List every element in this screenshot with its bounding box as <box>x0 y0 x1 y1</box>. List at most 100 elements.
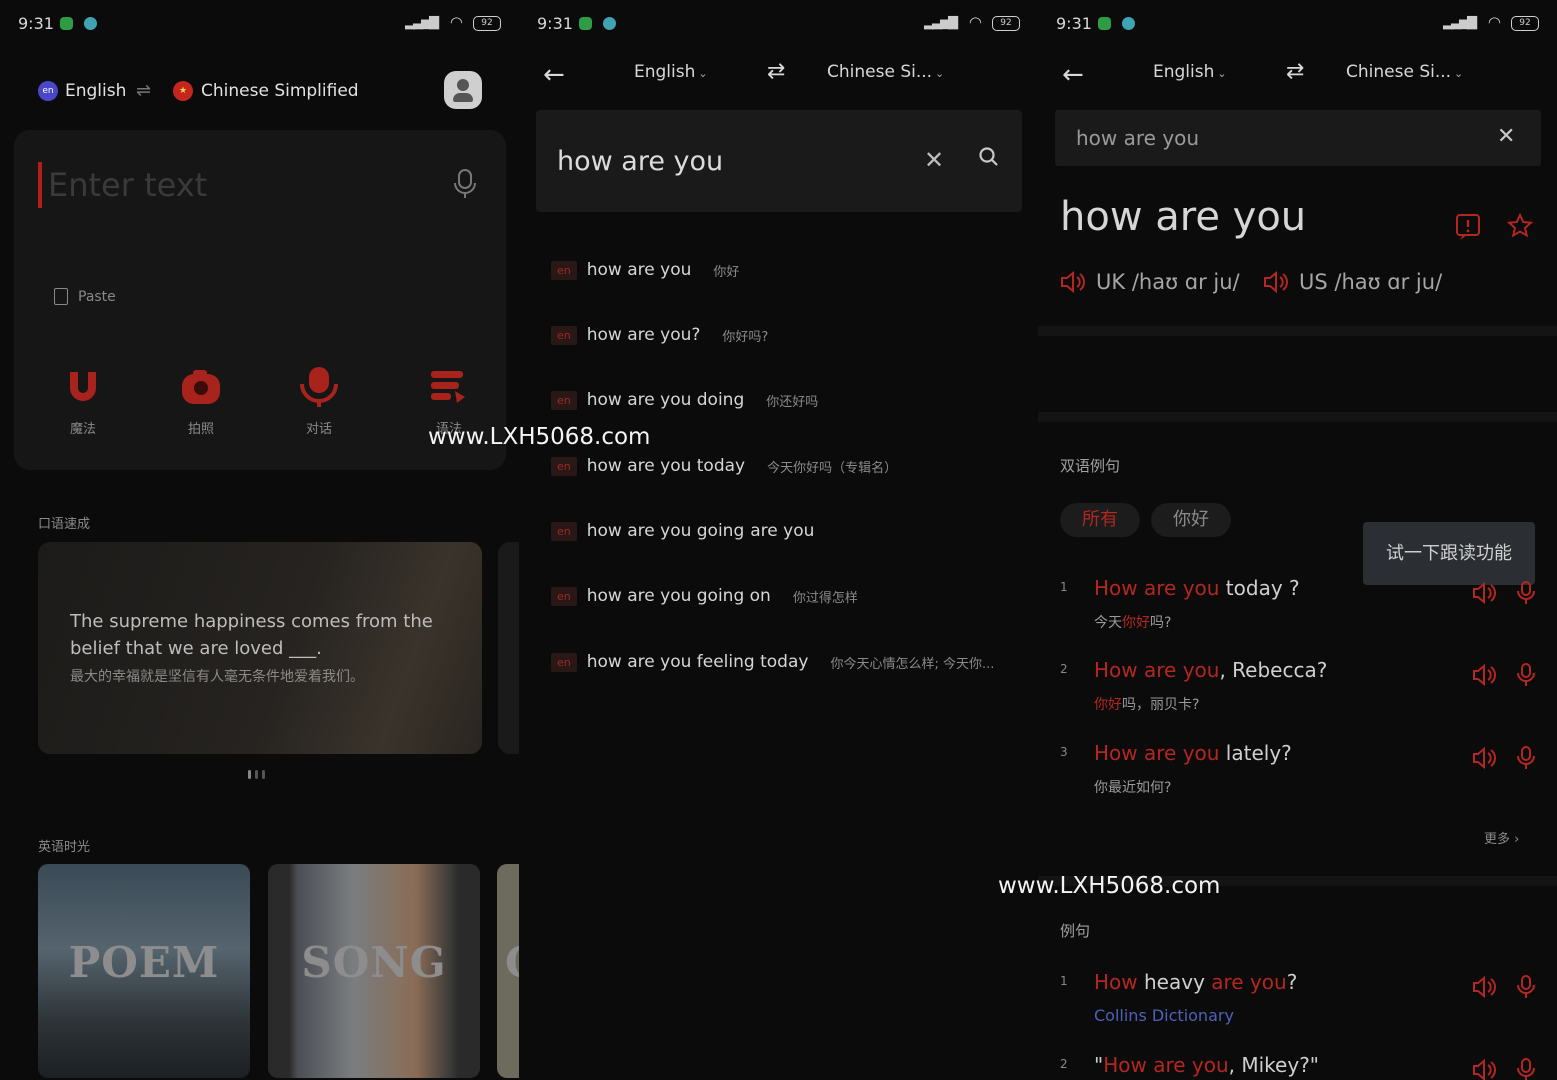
microphone-icon[interactable] <box>452 168 478 200</box>
speaker-icon[interactable] <box>1472 1059 1496 1080</box>
paste-label: Paste <box>78 288 116 305</box>
section-divider <box>1038 412 1557 422</box>
tool-conversation-button[interactable]: 对话 <box>279 366 359 437</box>
target-language-label: Chinese Simplified <box>201 81 359 101</box>
microphone-icon[interactable] <box>1516 974 1536 1000</box>
suggestion-english: how are you feeling today <box>586 652 809 672</box>
grammar-icon <box>431 371 465 403</box>
more-label: 更多 <box>1484 832 1511 847</box>
next-quote-card[interactable] <box>498 542 519 754</box>
suggestion-item[interactable]: en how are you feeling today 你今天心情怎么样; 今… <box>551 648 1021 676</box>
wifi-icon: ◠ <box>449 13 463 31</box>
speaker-icon[interactable] <box>1472 582 1496 604</box>
text-input[interactable]: Enter text <box>48 166 207 204</box>
status-bar: 9:31 ▂▃▅▇ ◠ 92 <box>519 0 1038 48</box>
source-language-selector[interactable]: en English <box>38 78 126 104</box>
chip-hello[interactable]: 你好 <box>1151 503 1231 537</box>
chevron-down-icon: ⌄ <box>1217 67 1227 80</box>
speaker-icon[interactable] <box>1472 747 1496 769</box>
suggestion-english: how are you today <box>586 456 746 476</box>
language-tag: en <box>551 521 577 541</box>
english-flag-icon: en <box>38 81 58 101</box>
language-tag: en <box>551 260 577 280</box>
us-ipa: /haʊ ɑr ju/ <box>1334 270 1443 294</box>
source-language-dropdown[interactable]: English ⌄ <box>634 62 708 82</box>
language-tag: en <box>551 586 577 606</box>
tool-camera-button[interactable]: 拍照 <box>161 366 241 437</box>
poem-card-title: POEM <box>68 938 220 987</box>
star-icon[interactable] <box>1506 212 1534 238</box>
search-icon[interactable] <box>978 146 1000 168</box>
watermark: www.LXH5068.com <box>428 424 651 450</box>
user-avatar[interactable] <box>444 71 482 109</box>
suggestion-english: how are you going <box>586 521 745 541</box>
tool-magic-button[interactable]: 魔法 <box>43 366 123 437</box>
example-source[interactable]: Collins Dictionary <box>1094 1006 1234 1025</box>
speaker-icon[interactable] <box>1472 664 1496 686</box>
speaker-icon[interactable] <box>1472 976 1496 998</box>
swap-languages-icon[interactable]: ⇄ <box>1286 59 1304 84</box>
suggestion-chinese: 你好 <box>713 264 740 280</box>
suggestion-item[interactable]: en how are you? 你好吗? <box>551 321 768 349</box>
report-icon[interactable] <box>1456 214 1480 240</box>
language-tag: en <box>551 390 577 410</box>
language-tag: en <box>551 456 577 476</box>
suggestion-item[interactable]: en how are you going on 你过得怎样 <box>551 582 858 610</box>
more-button[interactable]: 更多 › <box>1484 828 1519 847</box>
wechat-notification-icon <box>60 17 73 30</box>
song-card[interactable]: SONG <box>268 864 480 1078</box>
third-card-title: C <box>497 938 519 987</box>
chevron-down-icon: ⌄ <box>698 67 708 80</box>
target-language-dropdown[interactable]: Chinese Si... ⌄ <box>1346 62 1463 82</box>
app-notification-icon <box>603 17 616 30</box>
example-item: 3 How are you lately? 你最近如何? <box>1038 741 1557 811</box>
clear-icon[interactable]: ✕ <box>924 146 944 174</box>
example-translation: 今天你好吗? <box>1094 615 1172 631</box>
wifi-icon: ◠ <box>968 13 982 31</box>
example-item: 2 How are you, Rebecca? 你好吗，丽贝卡? <box>1038 658 1557 728</box>
app-notification-icon <box>1122 17 1135 30</box>
suggestion-item[interactable]: en how are you doing 你还好吗 <box>551 386 818 414</box>
source-language-dropdown[interactable]: English ⌄ <box>1153 62 1227 82</box>
poem-card[interactable]: POEM <box>38 864 250 1078</box>
status-time: 9:31 <box>18 14 54 33</box>
back-arrow-icon[interactable]: ← <box>543 60 565 90</box>
target-language-selector[interactable]: ★ Chinese Simplified <box>173 78 359 104</box>
microphone-icon[interactable] <box>1516 745 1536 771</box>
wechat-notification-icon <box>579 17 592 30</box>
paste-button[interactable]: Paste <box>54 288 116 305</box>
battery-icon: 92 <box>1511 16 1539 31</box>
status-bar: 9:31 ▂▃▅▇ ◠ 92 <box>1038 0 1557 48</box>
section-divider <box>1038 326 1557 336</box>
chip-all[interactable]: 所有 <box>1060 503 1140 537</box>
microphone-icon <box>300 367 338 407</box>
search-field[interactable]: how are you ✕ <box>536 110 1022 212</box>
swap-languages-icon[interactable]: ⇌ <box>136 80 151 101</box>
language-bar: ← English ⌄ ⇄ Chinese Si... ⌄ <box>1038 50 1557 94</box>
back-arrow-icon[interactable]: ← <box>1062 60 1084 90</box>
suggestion-item[interactable]: en how are you going are you <box>551 517 836 545</box>
third-media-card[interactable]: C <box>497 864 519 1078</box>
query-bar[interactable]: how are you ✕ <box>1055 110 1541 166</box>
us-label: US <box>1299 270 1328 294</box>
uk-pronunciation[interactable]: UK /haʊ ɑr ju/ <box>1060 270 1240 294</box>
microphone-icon[interactable] <box>1516 662 1536 688</box>
search-input[interactable]: how are you <box>557 146 723 177</box>
microphone-icon[interactable] <box>1516 1057 1536 1080</box>
microphone-icon[interactable] <box>1516 580 1536 606</box>
query-text[interactable]: how are you <box>1076 126 1199 150</box>
oral-section-title: 口语速成 <box>38 517 91 532</box>
status-time: 9:31 <box>537 14 573 33</box>
suggestion-chinese: 今天你好吗（专辑名） <box>767 460 898 476</box>
suggestion-item[interactable]: en how are you today 今天你好吗（专辑名） <box>551 452 897 480</box>
quote-card[interactable]: The supreme happiness comes from the bel… <box>38 542 482 754</box>
bilingual-examples-title: 双语例句 <box>1060 457 1121 475</box>
wifi-icon: ◠ <box>1487 13 1501 31</box>
suggestion-item[interactable]: en how are you 你好 <box>551 256 739 284</box>
chevron-down-icon: ⌄ <box>1454 67 1464 80</box>
close-icon[interactable]: ✕ <box>1497 124 1515 149</box>
swap-languages-icon[interactable]: ⇄ <box>767 59 785 84</box>
target-language-dropdown[interactable]: Chinese Si... ⌄ <box>827 62 944 82</box>
examples-title: 例句 <box>1060 922 1091 940</box>
us-pronunciation[interactable]: US /haʊ ɑr ju/ <box>1263 270 1442 294</box>
